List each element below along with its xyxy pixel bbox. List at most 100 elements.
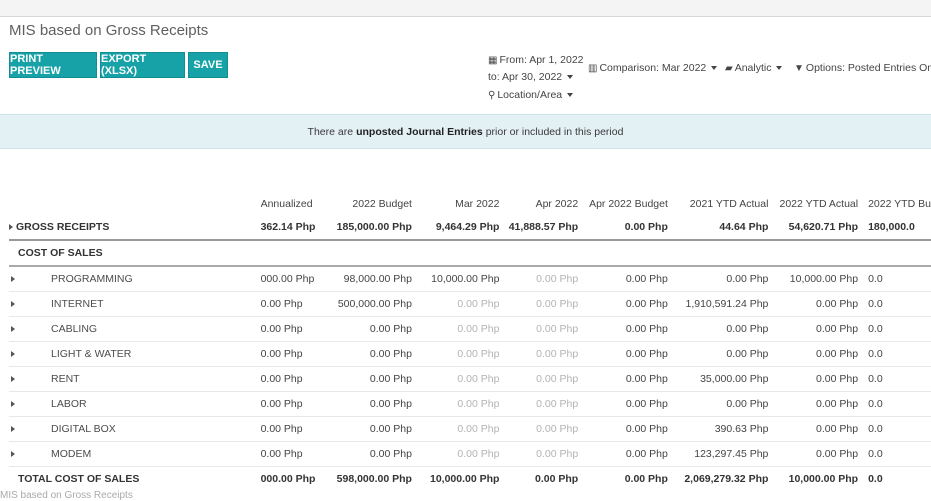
cost-of-sales-label: COST OF SALES: [9, 240, 261, 267]
chevron-down-icon: [711, 66, 718, 71]
account-row[interactable]: CABLING 0.00 Php 0.00 Php 0.00 Php 0.00 Php 0…: [9, 316, 931, 342]
chevron-down-icon: [567, 75, 574, 80]
caret-right-icon[interactable]: [11, 351, 15, 358]
options-label: Options: Posted Entries Only: [805, 62, 931, 74]
cell: 0.00 Php: [318, 391, 412, 417]
cell: 0.00 Php: [578, 366, 668, 392]
cell: 0.0: [858, 416, 931, 442]
cell: 180,000.0: [858, 215, 931, 241]
account-label-cell[interactable]: CABLING: [9, 316, 261, 342]
cell: 0.00 Php: [411, 441, 500, 467]
cell: 123,297.45 Php: [667, 441, 769, 467]
cell: 0.00 Php: [499, 291, 579, 317]
col-annualized: Annualized: [260, 198, 313, 210]
caret-right-icon[interactable]: [11, 401, 15, 408]
account-label-cell[interactable]: INTERNET: [9, 291, 261, 317]
cell: 0.00 Php: [768, 366, 859, 392]
export-xlsx-button[interactable]: EXPORT (XLSX): [100, 52, 185, 78]
account-row[interactable]: LABOR 0.00 Php 0.00 Php 0.00 Php 0.00 Php 0.0…: [9, 391, 931, 417]
account-label: PROGRAMMING: [51, 273, 133, 285]
cell: 0.00 Php: [578, 341, 668, 367]
location-filter[interactable]: ⚲ Location/Area: [488, 89, 574, 101]
print-preview-button[interactable]: PRINT PREVIEW: [9, 52, 97, 78]
cell: 1,910,591.24 Php: [667, 291, 769, 317]
cell: 0.00 Php: [667, 266, 769, 292]
cell: 0.00 Php: [578, 391, 668, 417]
col-2022-ytd-budget: 2022 YTD Bu: [868, 198, 931, 210]
caret-right-icon[interactable]: [11, 426, 15, 433]
caret-right-icon[interactable]: [11, 301, 15, 308]
footer-report-title: MIS based on Gross Receipts: [0, 490, 133, 501]
cell: 2,069,279.32 Php: [684, 473, 769, 485]
col-mar-2022: Mar 2022: [455, 198, 500, 210]
account-label-cell[interactable]: MODEM: [9, 441, 261, 467]
location-label: Location/Area: [497, 89, 563, 101]
caret-right-icon[interactable]: [11, 326, 15, 333]
date-to-label: to: Apr 30, 2022: [488, 71, 563, 83]
cell: 41,888.57 Php: [499, 215, 579, 241]
account-row[interactable]: INTERNET 0.00 Php 500,000.00 Php 0.00 Php 0.…: [9, 291, 931, 317]
account-label: LABOR: [51, 398, 87, 410]
cell: 0.00 Php: [624, 473, 668, 485]
cell: 0.0: [858, 316, 931, 342]
account-label-cell[interactable]: PROGRAMMING: [9, 266, 261, 292]
account-label-cell[interactable]: RENT: [9, 366, 261, 392]
account-label: RENT: [51, 373, 80, 385]
comparison-label: Comparison: Mar 2022: [599, 62, 707, 74]
cell: 0.00 Php: [318, 366, 412, 392]
cell: 0.00 Php: [667, 316, 769, 342]
col-2021-ytd-actual: 2021 YTD Actual: [689, 198, 769, 210]
gross-receipts-label-cell[interactable]: GROSS RECEIPTS: [9, 215, 261, 241]
cell: 0.00 Php: [318, 416, 412, 442]
cell: 0.0: [858, 441, 931, 467]
cell: 0.00 Php: [260, 291, 319, 317]
options-filter[interactable]: ▼ Options: Posted Entries Only: [794, 62, 931, 74]
account-row[interactable]: LIGHT & WATER 0.00 Php 0.00 Php 0.00 Php 0.0…: [9, 341, 931, 367]
account-label-cell[interactable]: LIGHT & WATER: [9, 341, 261, 367]
save-button[interactable]: SAVE: [188, 52, 228, 78]
cell: 0.00 Php: [260, 341, 319, 367]
cell: 000.00 Php: [260, 473, 316, 485]
date-filter[interactable]: ▦ From: Apr 1, 2022: [488, 54, 584, 66]
comparison-filter[interactable]: ▥ Comparison: Mar 2022: [588, 62, 718, 74]
cell: 98,000.00 Php: [318, 266, 412, 292]
cell: 10,000.00 Php: [411, 266, 500, 292]
cell: 0.00 Php: [667, 391, 769, 417]
cell: 0.00 Php: [411, 291, 500, 317]
chevron-down-icon: [567, 93, 574, 98]
col-2022-ytd-actual: 2022 YTD Actual: [779, 198, 859, 210]
account-label-cell[interactable]: LABOR: [9, 391, 261, 417]
gross-receipts-row[interactable]: GROSS RECEIPTS 362.14 Php 185,000.00 Php…: [9, 215, 931, 241]
map-marker-icon: ⚲: [488, 90, 496, 101]
caret-right-icon[interactable]: [11, 451, 15, 458]
account-row[interactable]: PROGRAMMING 000.00 Php 98,000.00 Php 10,000…: [9, 266, 931, 292]
cell: 0.00 Php: [411, 391, 500, 417]
cell: 0.00 Php: [578, 291, 668, 317]
total-cost-of-sales-row: TOTAL COST OF SALES 000.00 Php 598,000.0…: [9, 467, 931, 492]
banner-prefix: There are: [307, 125, 354, 138]
date-to-filter[interactable]: to: Apr 30, 2022: [488, 71, 574, 83]
cell: 0.00 Php: [318, 316, 412, 342]
cell: 0.00 Php: [499, 316, 579, 342]
caret-right-icon[interactable]: [11, 376, 15, 383]
cell: 10,000.00 Php: [429, 473, 500, 485]
account-row[interactable]: RENT 0.00 Php 0.00 Php 0.00 Php 0.00 Php 0.00…: [9, 366, 931, 392]
account-row[interactable]: DIGITAL BOX 0.00 Php 0.00 Php 0.00 Php 0.00 …: [9, 416, 931, 442]
cell: 0.0: [858, 366, 931, 392]
caret-right-icon[interactable]: [9, 224, 13, 231]
cell: 0.0: [858, 341, 931, 367]
cell: 0.00 Php: [667, 341, 769, 367]
cell: 10,000.00 Php: [788, 473, 859, 485]
account-label-cell[interactable]: DIGITAL BOX: [9, 416, 261, 442]
caret-right-icon[interactable]: [11, 276, 15, 283]
cell: 0.00 Php: [411, 366, 500, 392]
cell: 0.00 Php: [578, 416, 668, 442]
unposted-entries-banner: There are unposted Journal Entries prior…: [0, 114, 931, 149]
col-apr-2022: Apr 2022: [535, 198, 579, 210]
cell: 0.00 Php: [499, 366, 579, 392]
cell: 0.0: [858, 391, 931, 417]
cell: 0.00 Php: [578, 215, 668, 241]
analytic-filter[interactable]: ▰ Analytic: [725, 62, 783, 74]
cell: 0.00 Php: [260, 391, 319, 417]
account-row[interactable]: MODEM 0.00 Php 0.00 Php 0.00 Php 0.00 Php 0.0…: [9, 441, 931, 467]
